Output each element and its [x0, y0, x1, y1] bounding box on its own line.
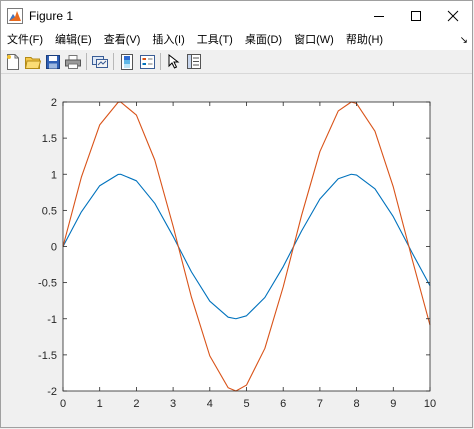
- toolbar-separator: [160, 53, 161, 70]
- menu-dock-arrow-icon[interactable]: ↘: [460, 31, 468, 50]
- x-tick-label: 4: [207, 398, 213, 410]
- menu-desktop[interactable]: 桌面(D): [239, 31, 288, 50]
- menu-insert[interactable]: 插入(I): [146, 31, 190, 50]
- print-button[interactable]: [63, 52, 83, 72]
- figure-window: Figure 1 文件(F) 编辑(E) 查看(V) 插入(I) 工具(T) 桌…: [0, 0, 473, 428]
- figure-toolbar: [1, 50, 472, 74]
- edit-plot-button[interactable]: [164, 52, 184, 72]
- y-tick-label: -0.5: [38, 278, 57, 290]
- maximize-button[interactable]: [396, 1, 436, 31]
- menu-file[interactable]: 文件(F): [1, 31, 49, 50]
- save-button[interactable]: [43, 52, 63, 72]
- open-file-button[interactable]: [23, 52, 43, 72]
- new-figure-button[interactable]: [3, 52, 23, 72]
- toolbar-separator: [86, 53, 87, 70]
- menu-edit[interactable]: 编辑(E): [49, 31, 98, 50]
- menu-window[interactable]: 窗口(W): [288, 31, 340, 50]
- line-chart[interactable]: 0 1 2 3 4 5 6 7 8 9 10 -2 -1.5 -1 -0.5 0 0.5 1 1.5 2: [1, 75, 473, 428]
- x-tick-label: 1: [97, 398, 103, 410]
- y-tick-label: -2: [47, 386, 57, 398]
- y-tick-label: 1: [51, 169, 57, 181]
- save-icon: [46, 54, 60, 69]
- x-tick-label: 6: [280, 398, 286, 410]
- x-tick-label: 10: [424, 398, 436, 410]
- property-inspector-icon: [187, 54, 201, 69]
- x-tick-label: 0: [60, 398, 66, 410]
- y-tick-label: 2: [51, 97, 57, 109]
- menu-bar: 文件(F) 编辑(E) 查看(V) 插入(I) 工具(T) 桌面(D) 窗口(W…: [1, 31, 472, 50]
- y-tick-label: -1: [47, 314, 57, 326]
- insert-colorbar-icon: [121, 53, 133, 70]
- open-folder-icon: [25, 56, 41, 69]
- y-tick-label: -1.5: [38, 350, 57, 362]
- y-tick-label: 0: [51, 242, 57, 254]
- figure-canvas[interactable]: 0 1 2 3 4 5 6 7 8 9 10 -2 -1.5 -1 -0.5 0 0.5 1 1.5 2: [1, 75, 472, 427]
- minimize-icon: [374, 16, 384, 17]
- link-plot-button[interactable]: [90, 52, 110, 72]
- menu-help[interactable]: 帮助(H): [340, 31, 389, 50]
- y-tick-label: 0.5: [42, 205, 57, 217]
- y-tick-label: 1.5: [42, 133, 57, 145]
- insert-legend-button[interactable]: [137, 52, 157, 72]
- title-bar[interactable]: Figure 1: [1, 1, 472, 31]
- x-tick-label: 2: [133, 398, 139, 410]
- maximize-icon: [411, 11, 421, 21]
- insert-colorbar-button[interactable]: [117, 52, 137, 72]
- x-tick-label: 9: [390, 398, 396, 410]
- edit-plot-arrow-icon: [168, 54, 180, 69]
- x-tick-label: 7: [317, 398, 323, 410]
- link-plot-icon: [92, 55, 108, 68]
- print-icon: [65, 54, 81, 69]
- toolbar-separator: [113, 53, 114, 70]
- minimize-button[interactable]: [359, 1, 399, 31]
- x-tick-label: 3: [170, 398, 176, 410]
- property-inspector-button[interactable]: [184, 52, 204, 72]
- axes-background: [63, 102, 430, 391]
- window-title: Figure 1: [29, 9, 74, 23]
- x-tick-label: 8: [354, 398, 360, 410]
- new-figure-icon: [7, 53, 19, 70]
- close-icon: [447, 10, 459, 22]
- matlab-figure-icon: [7, 8, 23, 24]
- menu-tools[interactable]: 工具(T): [191, 31, 239, 50]
- menu-view[interactable]: 查看(V): [98, 31, 147, 50]
- x-tick-label: 5: [243, 398, 249, 410]
- insert-legend-icon: [139, 54, 155, 69]
- close-button[interactable]: [433, 1, 473, 31]
